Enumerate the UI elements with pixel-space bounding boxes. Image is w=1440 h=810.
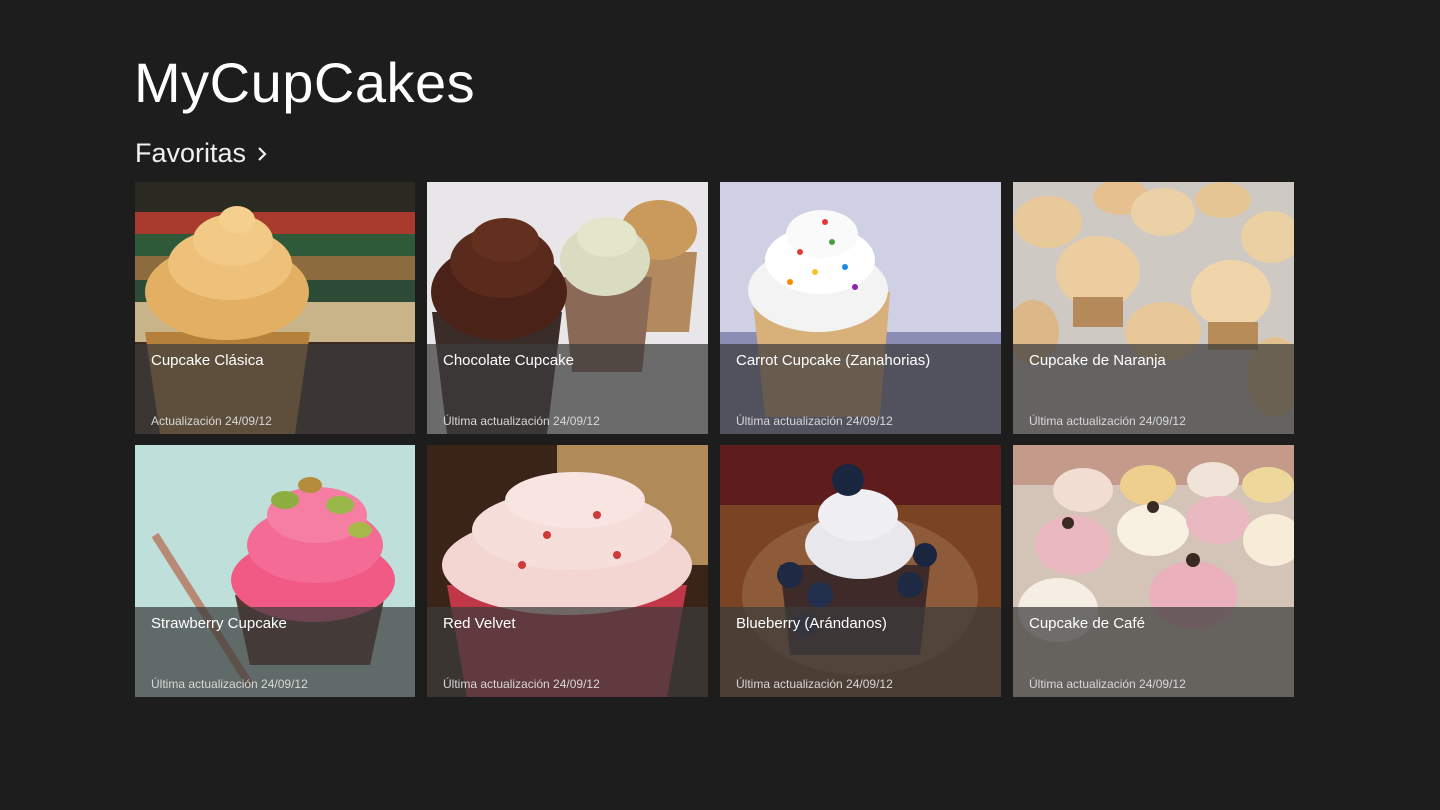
tile-updated: Última actualización 24/09/12 (1029, 414, 1186, 428)
cupcake-tile[interactable]: Red Velvet Última actualización 24/09/12 (427, 445, 708, 697)
section-title: Favoritas (135, 138, 247, 168)
cupcake-tile[interactable]: Cupcake Clásica Actualización 24/09/12 (135, 182, 415, 434)
tile-updated: Última actualización 24/09/12 (1029, 677, 1186, 691)
tile-title: Cupcake Clásica (151, 352, 264, 369)
tile-title: Red Velvet (443, 615, 516, 632)
cupcake-tile[interactable]: Cupcake de Café Última actualización 24/… (1013, 445, 1294, 697)
tile-title: Cupcake de Naranja (1029, 352, 1166, 369)
cupcake-tile[interactable]: Strawberry Cupcake Última actualización … (135, 445, 415, 697)
tile-updated: Última actualización 24/09/12 (736, 414, 893, 428)
tile-updated: Última actualización 24/09/12 (443, 414, 600, 428)
tile-caption: Chocolate Cupcake Última actualización 2… (427, 344, 708, 434)
tile-caption: Cupcake de Naranja Última actualización … (1013, 344, 1294, 434)
chevron-right-icon (258, 147, 267, 161)
tile-title: Strawberry Cupcake (151, 615, 287, 632)
tile-updated: Actualización 24/09/12 (151, 414, 272, 428)
tile-caption: Blueberry (Arándanos) Última actualizaci… (720, 607, 1001, 697)
cupcake-tile[interactable]: Carrot Cupcake (Zanahorias) Última actua… (720, 182, 1001, 434)
app-root: MyCupCakes Favoritas Cupcake Clásica Act… (0, 0, 1440, 810)
section-header-favoritas[interactable]: Favoritas (135, 136, 272, 170)
tile-caption: Cupcake Clásica Actualización 24/09/12 (135, 344, 415, 434)
tile-title: Blueberry (Arándanos) (736, 615, 887, 632)
tile-caption: Carrot Cupcake (Zanahorias) Última actua… (720, 344, 1001, 434)
tile-updated: Última actualización 24/09/12 (151, 677, 308, 691)
tile-title: Chocolate Cupcake (443, 352, 574, 369)
tile-updated: Última actualización 24/09/12 (443, 677, 600, 691)
cupcake-tile[interactable]: Blueberry (Arándanos) Última actualizaci… (720, 445, 1001, 697)
tile-caption: Red Velvet Última actualización 24/09/12 (427, 607, 708, 697)
favorites-grid: Cupcake Clásica Actualización 24/09/12 C… (135, 182, 1295, 697)
cupcake-tile[interactable]: Chocolate Cupcake Última actualización 2… (427, 182, 708, 434)
tile-updated: Última actualización 24/09/12 (736, 677, 893, 691)
tile-caption: Strawberry Cupcake Última actualización … (135, 607, 415, 697)
cupcake-tile[interactable]: Cupcake de Naranja Última actualización … (1013, 182, 1294, 434)
tile-title: Cupcake de Café (1029, 615, 1145, 632)
app-title: MyCupCakes (134, 51, 476, 114)
tile-caption: Cupcake de Café Última actualización 24/… (1013, 607, 1294, 697)
tile-title: Carrot Cupcake (Zanahorias) (736, 352, 931, 369)
